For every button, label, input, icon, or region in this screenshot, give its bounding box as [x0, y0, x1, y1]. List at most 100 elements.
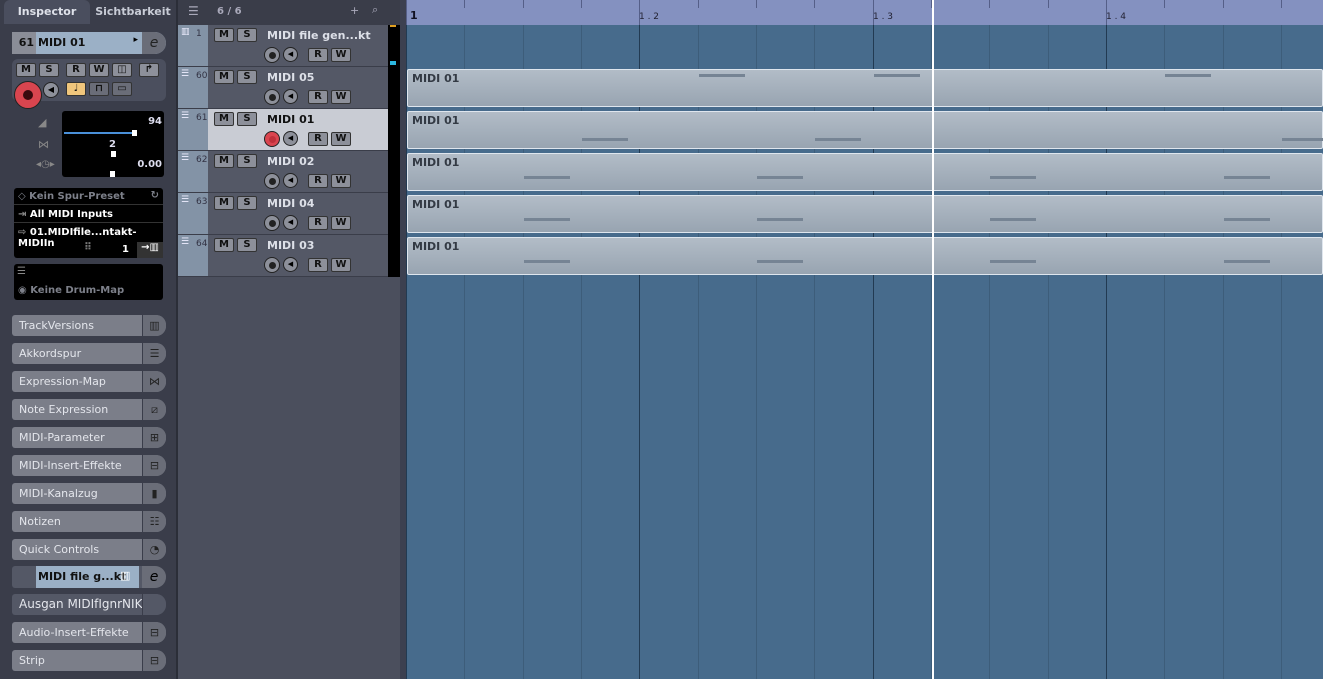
- read-button[interactable]: R: [308, 132, 328, 146]
- read-button[interactable]: R: [308, 258, 328, 272]
- record-enable-button[interactable]: [264, 89, 280, 105]
- monitor-button[interactable]: ◀: [283, 89, 298, 104]
- arrangement-area[interactable]: 1 1 . 2 1 . 3 1 . 4 MIDI 01 MIDI 01 MIDI 01 MI…: [406, 0, 1323, 679]
- transpose-slider[interactable]: [111, 151, 116, 157]
- track-row[interactable]: ▥ 1 M S MIDI file gen...kt ◀ R W: [178, 25, 388, 67]
- midi-note[interactable]: [757, 218, 803, 221]
- midi-note[interactable]: [1282, 138, 1323, 141]
- track-name-field[interactable]: 61 MIDI 01 ▸ e: [12, 32, 166, 54]
- monitor-button[interactable]: ◀: [283, 131, 298, 146]
- track-row[interactable]: ☰ 60 M S MIDI 05 ◀ R W: [178, 67, 388, 109]
- midi-note[interactable]: [757, 176, 803, 179]
- track-preset[interactable]: ◇ Kein Spur-Preset ↻: [14, 188, 163, 205]
- midi-note[interactable]: [524, 218, 570, 221]
- section-strip[interactable]: Strip ⊟: [12, 650, 166, 671]
- solo-button[interactable]: S: [237, 70, 257, 84]
- lanes-icon[interactable]: ▭: [112, 82, 132, 96]
- editor-icon[interactable]: ◫: [112, 63, 132, 77]
- track-row[interactable]: ☰ 62 M S MIDI 02 ◀ R W: [178, 151, 388, 193]
- section-midi-insert-effekte[interactable]: MIDI-Insert-Effekte ⊟: [12, 455, 166, 476]
- midi-part[interactable]: MIDI 01: [407, 111, 1323, 149]
- record-enable-button[interactable]: [264, 131, 280, 147]
- write-button[interactable]: W: [89, 63, 109, 77]
- note-icon[interactable]: ♩: [66, 82, 86, 96]
- solo-button[interactable]: S: [237, 28, 257, 42]
- track-name[interactable]: MIDI 05: [267, 71, 314, 84]
- write-button[interactable]: W: [331, 216, 351, 230]
- midi-note[interactable]: [990, 176, 1036, 179]
- edit-instrument-icon[interactable]: e: [142, 32, 166, 54]
- midi-note[interactable]: [1224, 218, 1270, 221]
- add-track-icon[interactable]: +: [350, 4, 359, 17]
- volume-slider[interactable]: [64, 132, 134, 134]
- mute-button[interactable]: M: [16, 63, 36, 77]
- midi-channel[interactable]: ⠿ 1 →▥: [84, 242, 163, 258]
- edit-instrument-icon[interactable]: e: [142, 566, 166, 588]
- record-enable-button[interactable]: [264, 173, 280, 189]
- midi-output-select[interactable]: ⇨ 01.MIDIfile...ntakt-MIDIIn: [14, 224, 163, 249]
- midi-note[interactable]: [990, 260, 1036, 263]
- track-row[interactable]: ☰ 61 M S MIDI 01 ◀ R W: [178, 109, 388, 151]
- section-quick-controls[interactable]: Quick Controls ◔: [12, 539, 166, 560]
- solo-button[interactable]: S: [237, 196, 257, 210]
- midi-part[interactable]: MIDI 01: [407, 69, 1323, 107]
- midi-note[interactable]: [990, 218, 1036, 221]
- midi-note[interactable]: [1224, 260, 1270, 263]
- read-button[interactable]: R: [308, 48, 328, 62]
- midi-note[interactable]: [1224, 176, 1270, 179]
- section-trackversions[interactable]: TrackVersions ▥: [12, 315, 166, 336]
- midi-part[interactable]: MIDI 01: [407, 237, 1323, 275]
- midi-note[interactable]: [757, 260, 803, 263]
- monitor-button[interactable]: ◀: [283, 257, 298, 272]
- write-button[interactable]: W: [331, 90, 351, 104]
- instrument-track-section[interactable]: MIDI file g...kt ▥ e: [12, 566, 166, 588]
- midi-part[interactable]: MIDI 01: [407, 195, 1323, 233]
- mute-button[interactable]: M: [214, 112, 234, 126]
- track-name[interactable]: MIDI 01: [267, 113, 314, 126]
- midi-note[interactable]: [524, 260, 570, 263]
- search-icon[interactable]: ⌕: [372, 3, 378, 17]
- playback-cursor[interactable]: [932, 0, 934, 679]
- mute-button[interactable]: M: [214, 238, 234, 252]
- midi-note[interactable]: [699, 74, 745, 77]
- track-row[interactable]: ☰ 63 M S MIDI 04 ◀ R W: [178, 193, 388, 235]
- read-button[interactable]: R: [308, 174, 328, 188]
- section-akkordspur[interactable]: Akkordspur ☰: [12, 343, 166, 364]
- record-enable-button[interactable]: [14, 81, 42, 109]
- output-icon[interactable]: ↱: [139, 63, 159, 77]
- write-button[interactable]: W: [331, 132, 351, 146]
- track-row[interactable]: ☰ 64 M S MIDI 03 ◀ R W: [178, 235, 388, 277]
- record-enable-button[interactable]: [264, 257, 280, 273]
- midi-input-select[interactable]: ⇥ All MIDI Inputs: [14, 206, 163, 223]
- track-list-menu-icon[interactable]: ☰: [188, 4, 199, 18]
- midi-note[interactable]: [874, 74, 920, 77]
- monitor-button[interactable]: ◀: [283, 215, 298, 230]
- mute-button[interactable]: M: [214, 196, 234, 210]
- midi-note[interactable]: [582, 138, 628, 141]
- record-enable-button[interactable]: [264, 47, 280, 63]
- solo-button[interactable]: S: [39, 63, 59, 77]
- read-button[interactable]: R: [308, 90, 328, 104]
- track-name[interactable]: MIDI 02: [267, 155, 314, 168]
- tab-sichtbarkeit[interactable]: Sichtbarkeit: [92, 0, 174, 24]
- section-expression-map[interactable]: Expression-Map ⋈: [12, 371, 166, 392]
- write-button[interactable]: W: [331, 174, 351, 188]
- write-button[interactable]: W: [331, 258, 351, 272]
- solo-button[interactable]: S: [237, 238, 257, 252]
- read-button[interactable]: R: [308, 216, 328, 230]
- section-notizen[interactable]: Notizen ☷: [12, 511, 166, 532]
- solo-button[interactable]: S: [237, 112, 257, 126]
- mute-button[interactable]: M: [214, 70, 234, 84]
- mute-button[interactable]: M: [214, 28, 234, 42]
- lock-icon[interactable]: ⊓: [89, 82, 109, 96]
- tab-inspector[interactable]: Inspector: [4, 0, 90, 24]
- write-button[interactable]: W: [331, 48, 351, 62]
- section-midi-parameter[interactable]: MIDI-Parameter ⊞: [12, 427, 166, 448]
- midi-note[interactable]: [524, 176, 570, 179]
- monitor-button[interactable]: ◀: [283, 47, 298, 62]
- monitor-button[interactable]: ◀: [43, 82, 59, 98]
- read-button[interactable]: R: [66, 63, 86, 77]
- drum-map-box[interactable]: ☰ ◉ Keine Drum-Map: [14, 264, 163, 300]
- delay-slider[interactable]: [110, 171, 115, 177]
- midi-note[interactable]: [1165, 74, 1211, 77]
